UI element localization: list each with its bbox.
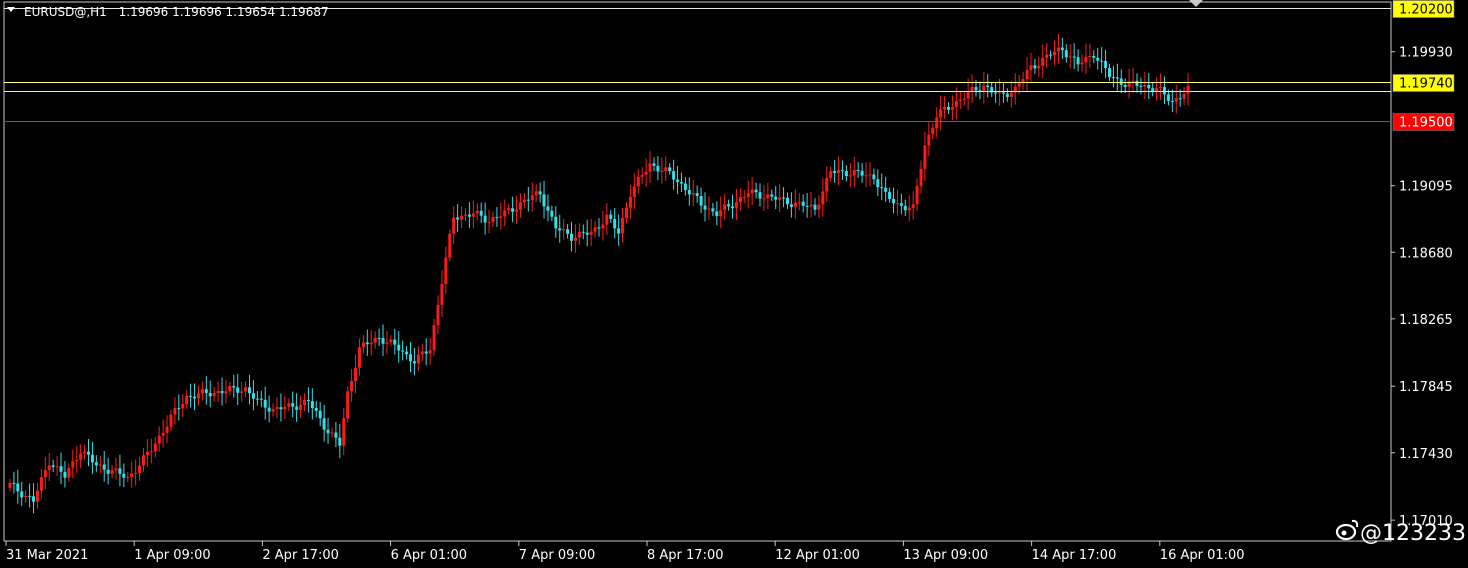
time-tick-label: 7 Apr 09:00	[519, 548, 596, 563]
time-tick-label: 2 Apr 17:00	[262, 548, 339, 563]
candle	[448, 229, 452, 262]
price-tick-label: 1.19930	[1399, 46, 1453, 61]
level-price-label: 1.19740	[1399, 77, 1453, 92]
time-tick-label: 14 Apr 17:00	[1032, 548, 1117, 563]
level-price-label: 1.20200	[1399, 3, 1453, 18]
price-tick-label: 1.17845	[1399, 380, 1453, 395]
chart-background	[0, 0, 1468, 568]
time-tick-label: 8 Apr 17:00	[647, 548, 724, 563]
chart-canvas[interactable]: 1.20200 1.19740 1.19500 1.19930 1.19095 1.18…	[0, 0, 1468, 568]
price-tick-label: 1.19095	[1399, 180, 1453, 195]
chart-header: EURUSD@,H1 1.19696 1.19696 1.19654 1.196…	[7, 5, 329, 19]
time-tick-label: 6 Apr 01:00	[391, 548, 468, 563]
time-tick-label: 16 Apr 01:00	[1160, 548, 1245, 563]
candle	[346, 386, 350, 423]
svg-text:EURUSD@,H1 1.19696 1.196: EURUSD@,H1 1.19696 1.19696 1.19654 1.196…	[24, 5, 329, 19]
price-tick-label: 1.18265	[1399, 313, 1453, 328]
watermark-text: @123233	[1360, 521, 1466, 546]
level-price-label: 1.19500	[1399, 116, 1453, 131]
price-tick-label: 1.18680	[1399, 246, 1453, 261]
symbol-label: EURUSD@,H1	[24, 5, 107, 19]
time-tick-label: 12 Apr 01:00	[775, 548, 860, 563]
time-tick-label: 1 Apr 09:00	[134, 548, 211, 563]
ohlc-readout: 1.19696 1.19696 1.19654 1.19687	[119, 5, 329, 19]
time-tick-label: 13 Apr 09:00	[903, 548, 988, 563]
time-tick-label: 31 Mar 2021	[6, 548, 88, 563]
price-tick-label: 1.17430	[1399, 447, 1453, 462]
